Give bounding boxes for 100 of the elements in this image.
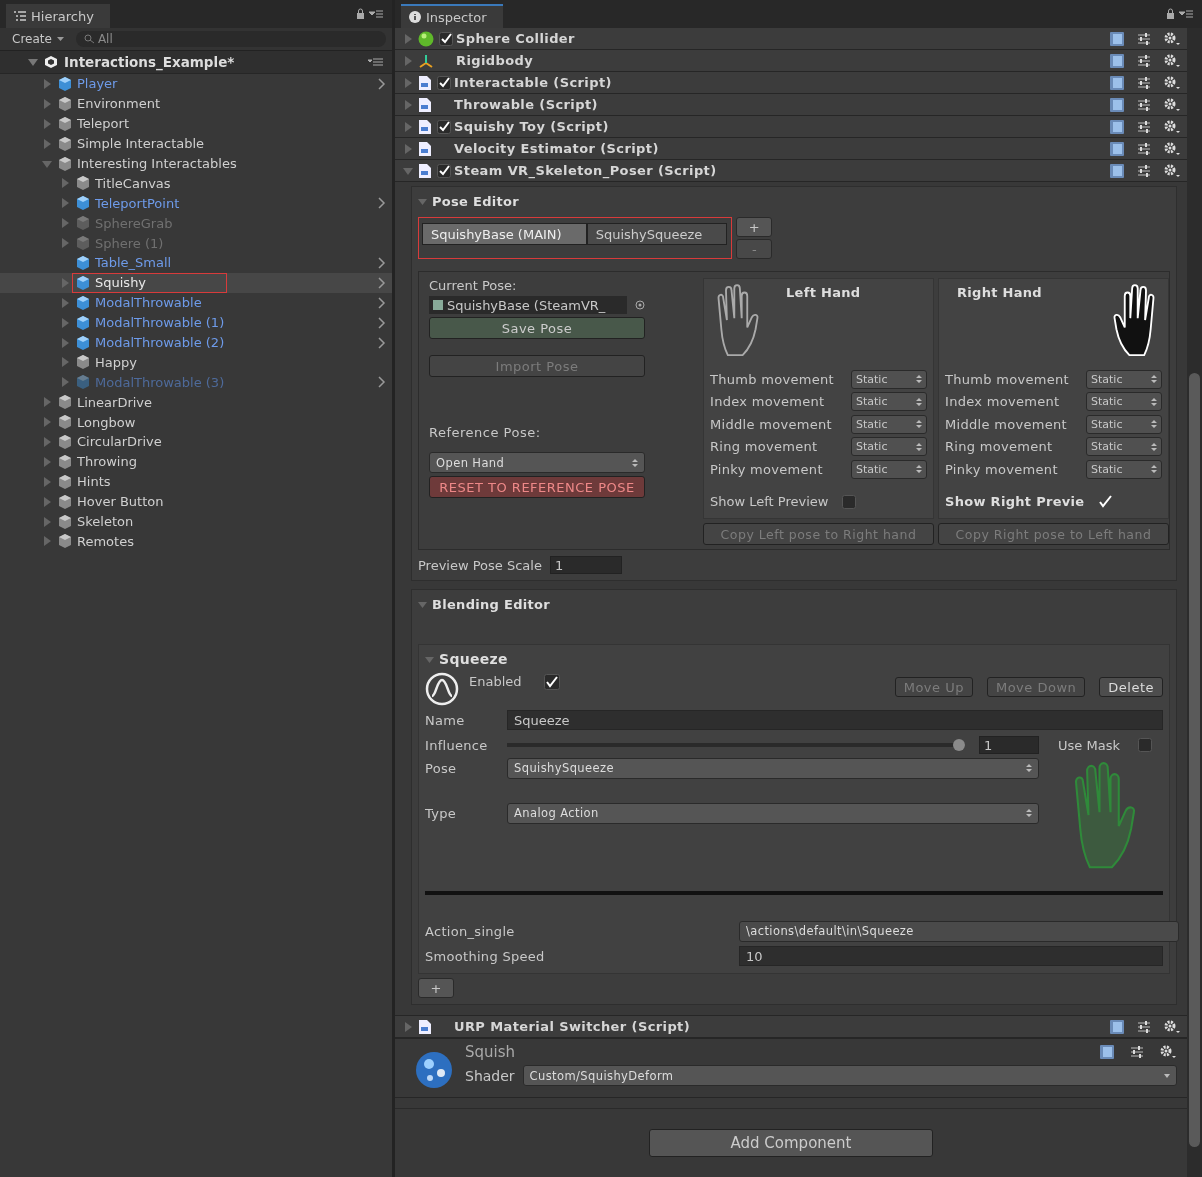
hierarchy-row[interactable]: Environment <box>0 93 392 114</box>
hierarchy-row[interactable]: LinearDrive <box>0 392 392 413</box>
gear-icon[interactable] <box>1163 162 1181 179</box>
sliders-icon[interactable] <box>1136 30 1152 47</box>
hierarchy-row[interactable]: Remotes <box>0 531 392 552</box>
chevron-right-icon[interactable] <box>378 376 386 389</box>
chevron-right-icon[interactable] <box>378 197 386 210</box>
hierarchy-row[interactable]: Longbow <box>0 412 392 433</box>
add-component-button[interactable]: Add Component <box>649 1129 933 1157</box>
sliders-icon[interactable] <box>1136 96 1152 113</box>
checkbox[interactable] <box>543 674 560 690</box>
name-field[interactable]: Squeeze <box>507 710 1163 730</box>
component-header[interactable]: Interactable (Script) <box>395 72 1187 94</box>
sliders-icon[interactable] <box>1129 1044 1145 1060</box>
gear-icon[interactable] <box>1159 1044 1177 1060</box>
gear-icon[interactable] <box>1163 1018 1181 1035</box>
hierarchy-row[interactable]: TeleportPoint <box>0 193 392 214</box>
chevron-right-icon[interactable] <box>378 256 386 269</box>
pose-tab[interactable]: SquishyBase (MAIN) <box>422 223 587 245</box>
hierarchy-row[interactable]: TitleCanvas <box>0 173 392 194</box>
action-field[interactable]: \actions\default\in\Squeeze <box>739 920 1179 942</box>
inspector-tab[interactable]: Inspector <box>401 4 503 28</box>
hierarchy-row[interactable]: ModalThrowable (1) <box>0 312 392 333</box>
checkbox[interactable] <box>437 75 451 90</box>
pose-dropdown[interactable]: SquishySqueeze <box>507 757 1039 779</box>
type-dropdown[interactable]: Analog Action <box>507 802 1039 824</box>
add-pose-button[interactable]: + <box>736 217 773 237</box>
sliders-icon[interactable] <box>1136 1018 1152 1035</box>
movement-dropdown[interactable]: Static <box>1086 369 1162 389</box>
movement-dropdown[interactable]: Static <box>851 392 927 412</box>
slider-thumb[interactable] <box>953 739 965 751</box>
sliders-icon[interactable] <box>1136 162 1152 179</box>
checkbox[interactable] <box>437 163 451 178</box>
gear-icon[interactable] <box>1163 74 1181 91</box>
object-field[interactable]: SquishyBase (SteamVR_ <box>429 296 627 314</box>
scale-field[interactable]: 1 <box>549 556 622 574</box>
component-header[interactable]: Velocity Estimator (Script) <box>395 138 1187 160</box>
gear-icon[interactable] <box>1163 140 1181 157</box>
target-icon[interactable] <box>635 300 645 310</box>
chevron-right-icon[interactable] <box>378 336 386 349</box>
chevron-right-icon[interactable] <box>378 316 386 329</box>
component-header[interactable]: Sphere Collider <box>395 28 1187 50</box>
hierarchy-row[interactable]: ModalThrowable (2) <box>0 332 392 353</box>
gear-icon[interactable] <box>1163 52 1181 69</box>
movement-dropdown[interactable]: Static <box>851 414 927 434</box>
hierarchy-row[interactable]: ModalThrowable <box>0 292 392 313</box>
smoothing-field[interactable]: 10 <box>739 946 1163 966</box>
checkbox[interactable] <box>842 494 857 509</box>
reference-pose-dropdown[interactable]: Open Hand <box>429 452 645 473</box>
gear-icon[interactable] <box>1163 30 1181 47</box>
movement-dropdown[interactable]: Static <box>851 459 927 479</box>
hierarchy-row[interactable]: Hints <box>0 471 392 492</box>
lock-menu-icon[interactable] <box>1166 8 1194 20</box>
movement-dropdown[interactable]: Static <box>1086 437 1162 457</box>
influence-field[interactable]: 1 <box>979 736 1039 754</box>
scene-row[interactable]: Interactions_Example* <box>0 51 392 74</box>
gear-icon[interactable] <box>1163 96 1181 113</box>
add-behaviour-button[interactable]: + <box>418 978 454 998</box>
component-header[interactable]: URP Material Switcher (Script) <box>395 1016 1187 1038</box>
sliders-icon[interactable] <box>1136 118 1152 135</box>
chevron-right-icon[interactable] <box>378 276 386 289</box>
search-field[interactable]: All <box>75 31 386 47</box>
hierarchy-row[interactable]: CircularDrive <box>0 432 392 452</box>
shader-dropdown[interactable]: Custom/SquishyDeform <box>522 1065 1177 1086</box>
hierarchy-row[interactable]: Simple Interactable <box>0 133 392 154</box>
hierarchy-tab[interactable]: Hierarchy <box>6 4 110 28</box>
foldout-icon[interactable] <box>28 57 38 67</box>
hierarchy-row[interactable]: Skeleton <box>0 511 392 532</box>
lock-menu-icon[interactable] <box>356 8 384 20</box>
hierarchy-row[interactable]: Table_Small <box>0 253 392 273</box>
movement-dropdown[interactable]: Static <box>1086 459 1162 479</box>
hierarchy-row[interactable]: Squishy <box>0 272 392 293</box>
component-header[interactable]: Squishy Toy (Script) <box>395 116 1187 138</box>
delete-button[interactable]: Delete <box>1099 677 1163 697</box>
hierarchy-row[interactable]: Happy <box>0 352 392 373</box>
scrollbar[interactable] <box>1187 28 1202 1177</box>
chevron-right-icon[interactable] <box>378 296 386 309</box>
hierarchy-row[interactable]: Player <box>0 74 392 94</box>
sliders-icon[interactable] <box>1136 140 1152 157</box>
checkbox[interactable] <box>1137 738 1152 752</box>
movement-dropdown[interactable]: Static <box>851 369 927 389</box>
hierarchy-row[interactable]: Hover Button <box>0 491 392 512</box>
hierarchy-row[interactable]: Teleport <box>0 113 392 134</box>
checkbox[interactable] <box>437 119 451 134</box>
menu-icon[interactable] <box>368 57 384 67</box>
reset-pose-button[interactable]: RESET TO REFERENCE POSE <box>429 476 645 498</box>
gear-icon[interactable] <box>1163 118 1181 135</box>
movement-dropdown[interactable]: Static <box>1086 414 1162 434</box>
component-header[interactable]: Steam VR_Skeleton_Poser (Script) <box>395 160 1187 182</box>
pose-tab[interactable]: SquishySqueeze <box>586 223 728 245</box>
chevron-right-icon[interactable] <box>378 77 386 90</box>
sliders-icon[interactable] <box>1136 74 1152 91</box>
sliders-icon[interactable] <box>1136 52 1152 69</box>
hierarchy-row[interactable]: Interesting Interactables <box>0 153 392 174</box>
movement-dropdown[interactable]: Static <box>851 437 927 457</box>
component-header[interactable]: Throwable (Script) <box>395 94 1187 116</box>
checkbox[interactable] <box>439 31 453 46</box>
create-dropdown[interactable]: Create <box>8 32 68 46</box>
hierarchy-row[interactable]: Throwing <box>0 451 392 472</box>
component-header[interactable]: Rigidbody <box>395 50 1187 72</box>
